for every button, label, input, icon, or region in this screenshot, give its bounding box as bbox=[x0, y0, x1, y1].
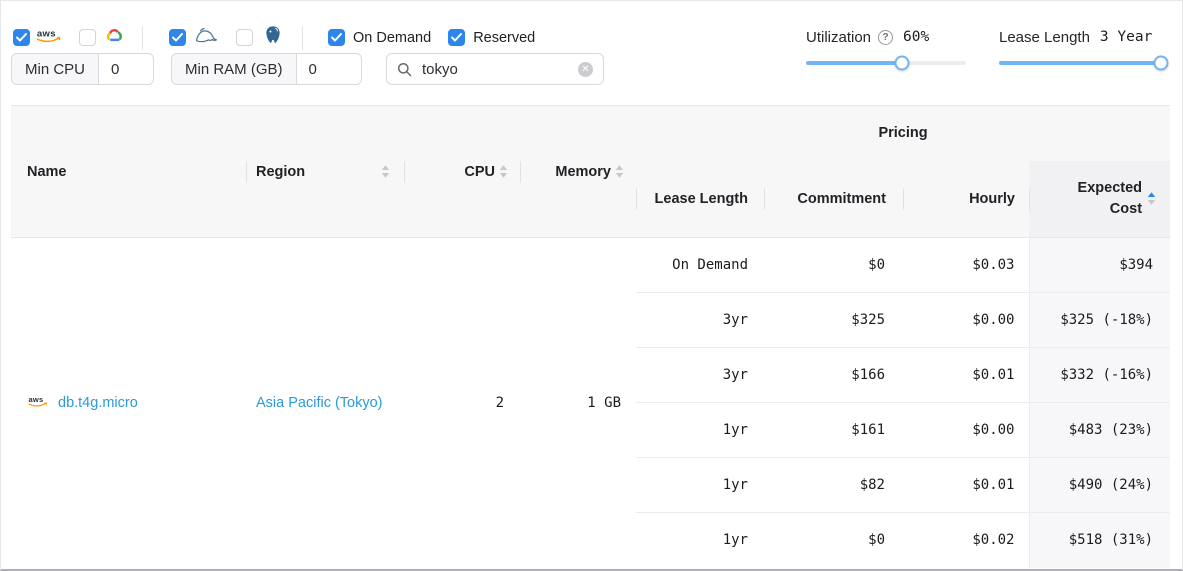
column-header-memory[interactable]: Memory bbox=[520, 106, 636, 238]
commitment-cell: $82 bbox=[764, 458, 903, 513]
lease-length-cell: 1yr bbox=[636, 513, 764, 568]
lease-length-slider-fill bbox=[999, 61, 1168, 65]
column-header-lease-length: Lease Length bbox=[636, 161, 764, 238]
aws-logo-icon: aws bbox=[35, 26, 63, 49]
column-header-name: Name bbox=[11, 106, 246, 238]
lease-length-cell: 1yr bbox=[636, 403, 764, 458]
search-box: ✕ bbox=[386, 53, 604, 85]
on-demand-checkbox[interactable] bbox=[328, 29, 345, 46]
expected-cost-cell: $518 (31%) bbox=[1029, 513, 1170, 568]
expected-cost-cell: $490 (24%) bbox=[1029, 458, 1170, 513]
column-header-hourly: Hourly bbox=[903, 161, 1029, 238]
lease-length-cell: 1yr bbox=[636, 458, 764, 513]
instance-name-cell: aws db.t4g.micro bbox=[11, 238, 246, 568]
filter-inputs-row: Min CPU Min RAM (GB) ✕ bbox=[11, 53, 604, 85]
min-ram-filter: Min RAM (GB) bbox=[171, 53, 362, 85]
clear-search-icon[interactable]: ✕ bbox=[578, 62, 593, 77]
gcp-provider-checkbox[interactable] bbox=[79, 29, 96, 46]
search-input[interactable] bbox=[420, 60, 578, 79]
hourly-cell: $0.03 bbox=[903, 238, 1029, 293]
memory-cell: 1 GB bbox=[520, 238, 636, 568]
commitment-cell: $0 bbox=[764, 238, 903, 293]
table-header: Name Region CPU Memo bbox=[11, 106, 1170, 238]
sort-icon bbox=[499, 164, 508, 179]
gcp-logo-icon bbox=[104, 27, 125, 48]
mysql-dolphin-icon bbox=[194, 27, 219, 49]
min-ram-input[interactable] bbox=[297, 54, 362, 84]
aws-logo-icon: aws bbox=[27, 394, 49, 412]
svg-text:aws: aws bbox=[29, 395, 44, 404]
sort-icon bbox=[381, 164, 390, 179]
hourly-cell: $0.02 bbox=[903, 513, 1029, 568]
postgresql-engine-checkbox[interactable] bbox=[236, 29, 253, 46]
min-cpu-filter: Min CPU bbox=[11, 53, 154, 85]
utilization-slider[interactable] bbox=[806, 61, 966, 65]
mysql-engine-checkbox[interactable] bbox=[169, 29, 186, 46]
utilization-control: Utilization ? 60% bbox=[806, 27, 966, 65]
svg-text:aws: aws bbox=[37, 28, 56, 39]
hourly-cell: $0.00 bbox=[903, 293, 1029, 348]
filter-toggles-row: aws bbox=[13, 25, 535, 50]
commitment-cell: $325 bbox=[764, 293, 903, 348]
utilization-slider-fill bbox=[806, 61, 902, 65]
filter-divider bbox=[302, 26, 303, 50]
utilization-value: 60% bbox=[903, 29, 929, 45]
column-header-expected-cost[interactable]: Expected Cost bbox=[1029, 161, 1170, 238]
hourly-cell: $0.01 bbox=[903, 458, 1029, 513]
postgresql-elephant-icon bbox=[263, 25, 283, 50]
reserved-checkbox[interactable] bbox=[448, 29, 465, 46]
expected-cost-cell: $394 bbox=[1029, 238, 1170, 293]
on-demand-label: On Demand bbox=[353, 30, 431, 46]
commitment-cell: $166 bbox=[764, 348, 903, 403]
lease-length-slider-thumb[interactable] bbox=[1154, 56, 1169, 71]
region-cell: Asia Pacific (Tokyo) bbox=[246, 238, 404, 568]
cpu-cell: 2 bbox=[404, 238, 520, 568]
filter-bar: aws bbox=[1, 1, 1182, 105]
aws-provider-checkbox[interactable] bbox=[13, 29, 30, 46]
lease-length-slider[interactable] bbox=[999, 61, 1168, 65]
instance-name-link[interactable]: db.t4g.micro bbox=[58, 395, 138, 411]
search-icon bbox=[397, 62, 412, 77]
lease-length-cell: 3yr bbox=[636, 348, 764, 403]
instances-table: Name Region CPU Memo bbox=[11, 105, 1170, 568]
utilization-label: Utilization bbox=[806, 29, 871, 46]
help-icon[interactable]: ? bbox=[878, 30, 893, 45]
utilization-slider-thumb[interactable] bbox=[895, 56, 910, 71]
region-link[interactable]: Asia Pacific (Tokyo) bbox=[256, 395, 383, 411]
filter-divider bbox=[142, 26, 143, 50]
min-ram-label: Min RAM (GB) bbox=[172, 54, 297, 84]
expected-cost-cell: $332 (-16%) bbox=[1029, 348, 1170, 403]
hourly-cell: $0.00 bbox=[903, 403, 1029, 458]
lease-length-value: 3 Year bbox=[1100, 29, 1152, 45]
instance-pricing-page: { "colors": { "checkbox_blue": "#2e86eb"… bbox=[0, 0, 1183, 571]
commitment-cell: $0 bbox=[764, 513, 903, 568]
sort-icon bbox=[615, 164, 624, 179]
lease-length-label: Lease Length bbox=[999, 29, 1090, 46]
lease-length-cell: On Demand bbox=[636, 238, 764, 293]
min-cpu-label: Min CPU bbox=[12, 54, 99, 84]
column-header-commitment: Commitment bbox=[764, 161, 903, 238]
pricing-group-header: Pricing bbox=[636, 106, 1170, 161]
hourly-cell: $0.01 bbox=[903, 348, 1029, 403]
expected-cost-cell: $325 (-18%) bbox=[1029, 293, 1170, 348]
lease-length-control: Lease Length 3 Year bbox=[999, 27, 1168, 65]
table-body: aws db.t4g.micro Asia Pacific (Tokyo) 2 … bbox=[11, 238, 1170, 568]
expected-cost-cell: $483 (23%) bbox=[1029, 403, 1170, 458]
lease-length-cell: 3yr bbox=[636, 293, 764, 348]
column-header-cpu[interactable]: CPU bbox=[404, 106, 520, 238]
commitment-cell: $161 bbox=[764, 403, 903, 458]
pricing-row: aws db.t4g.micro Asia Pacific (Tokyo) 2 … bbox=[11, 238, 1170, 293]
sort-icon-active-asc bbox=[1147, 191, 1156, 206]
min-cpu-input[interactable] bbox=[99, 54, 153, 84]
column-header-region[interactable]: Region bbox=[246, 106, 404, 238]
reserved-label: Reserved bbox=[473, 30, 535, 46]
